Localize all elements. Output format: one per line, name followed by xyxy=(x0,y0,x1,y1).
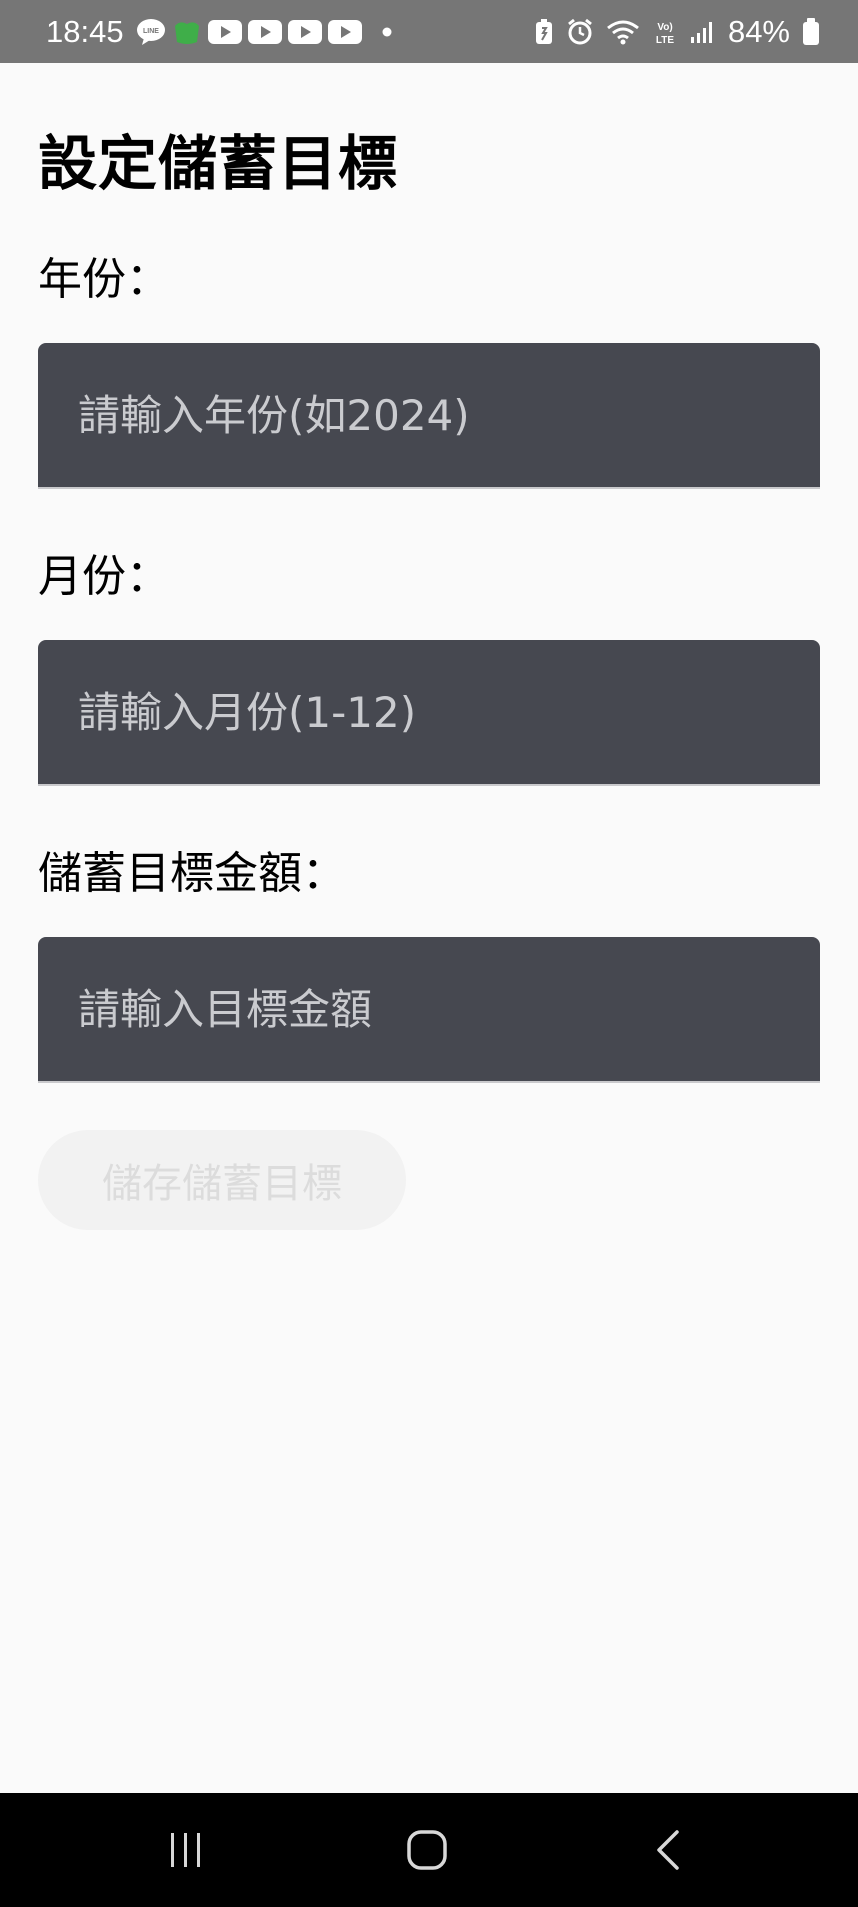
recents-icon xyxy=(166,1830,206,1870)
dot-icon xyxy=(382,27,392,37)
status-time: 18:45 xyxy=(46,13,124,49)
month-field[interactable] xyxy=(38,640,820,786)
year-field[interactable] xyxy=(38,343,820,489)
home-button[interactable] xyxy=(367,1793,487,1907)
amount-input[interactable] xyxy=(78,937,820,1081)
save-goal-button[interactable]: 儲存儲蓄目標 xyxy=(38,1130,406,1230)
signal-icon xyxy=(690,20,716,44)
green-app-icon xyxy=(172,18,202,46)
amount-label: 儲蓄目標金額： xyxy=(38,848,346,899)
amount-field[interactable] xyxy=(38,937,820,1083)
system-icons: Vo) LTE 84% xyxy=(534,14,820,50)
page-title: 設定儲蓄目標 xyxy=(38,129,399,198)
battery-saver-icon xyxy=(534,18,554,45)
volte-icon: Vo) LTE xyxy=(652,18,678,46)
youtube-icon xyxy=(207,19,242,44)
month-label: 月份： xyxy=(38,551,170,602)
home-icon xyxy=(406,1829,448,1871)
svg-text:LTE: LTE xyxy=(656,35,674,46)
line-icon: LINE xyxy=(136,18,166,46)
alarm-icon xyxy=(566,18,594,46)
svg-text:Vo): Vo) xyxy=(657,22,672,33)
youtube-icon xyxy=(287,19,322,44)
recents-button[interactable] xyxy=(126,1793,246,1907)
navigation-bar xyxy=(0,1793,858,1907)
notification-icons: LINE xyxy=(136,18,392,46)
battery-percentage: 84% xyxy=(727,13,790,49)
back-button[interactable] xyxy=(608,1793,728,1907)
youtube-icon xyxy=(327,19,362,44)
status-bar: 18:45 LINE Vo) LTE 84% xyxy=(0,0,858,63)
battery-icon xyxy=(802,17,820,46)
year-label: 年份： xyxy=(38,254,170,305)
year-input[interactable] xyxy=(78,343,820,487)
month-input[interactable] xyxy=(78,640,820,784)
back-icon xyxy=(653,1829,683,1871)
youtube-icon xyxy=(247,19,282,44)
svg-text:LINE: LINE xyxy=(143,28,159,35)
wifi-icon xyxy=(606,19,640,45)
